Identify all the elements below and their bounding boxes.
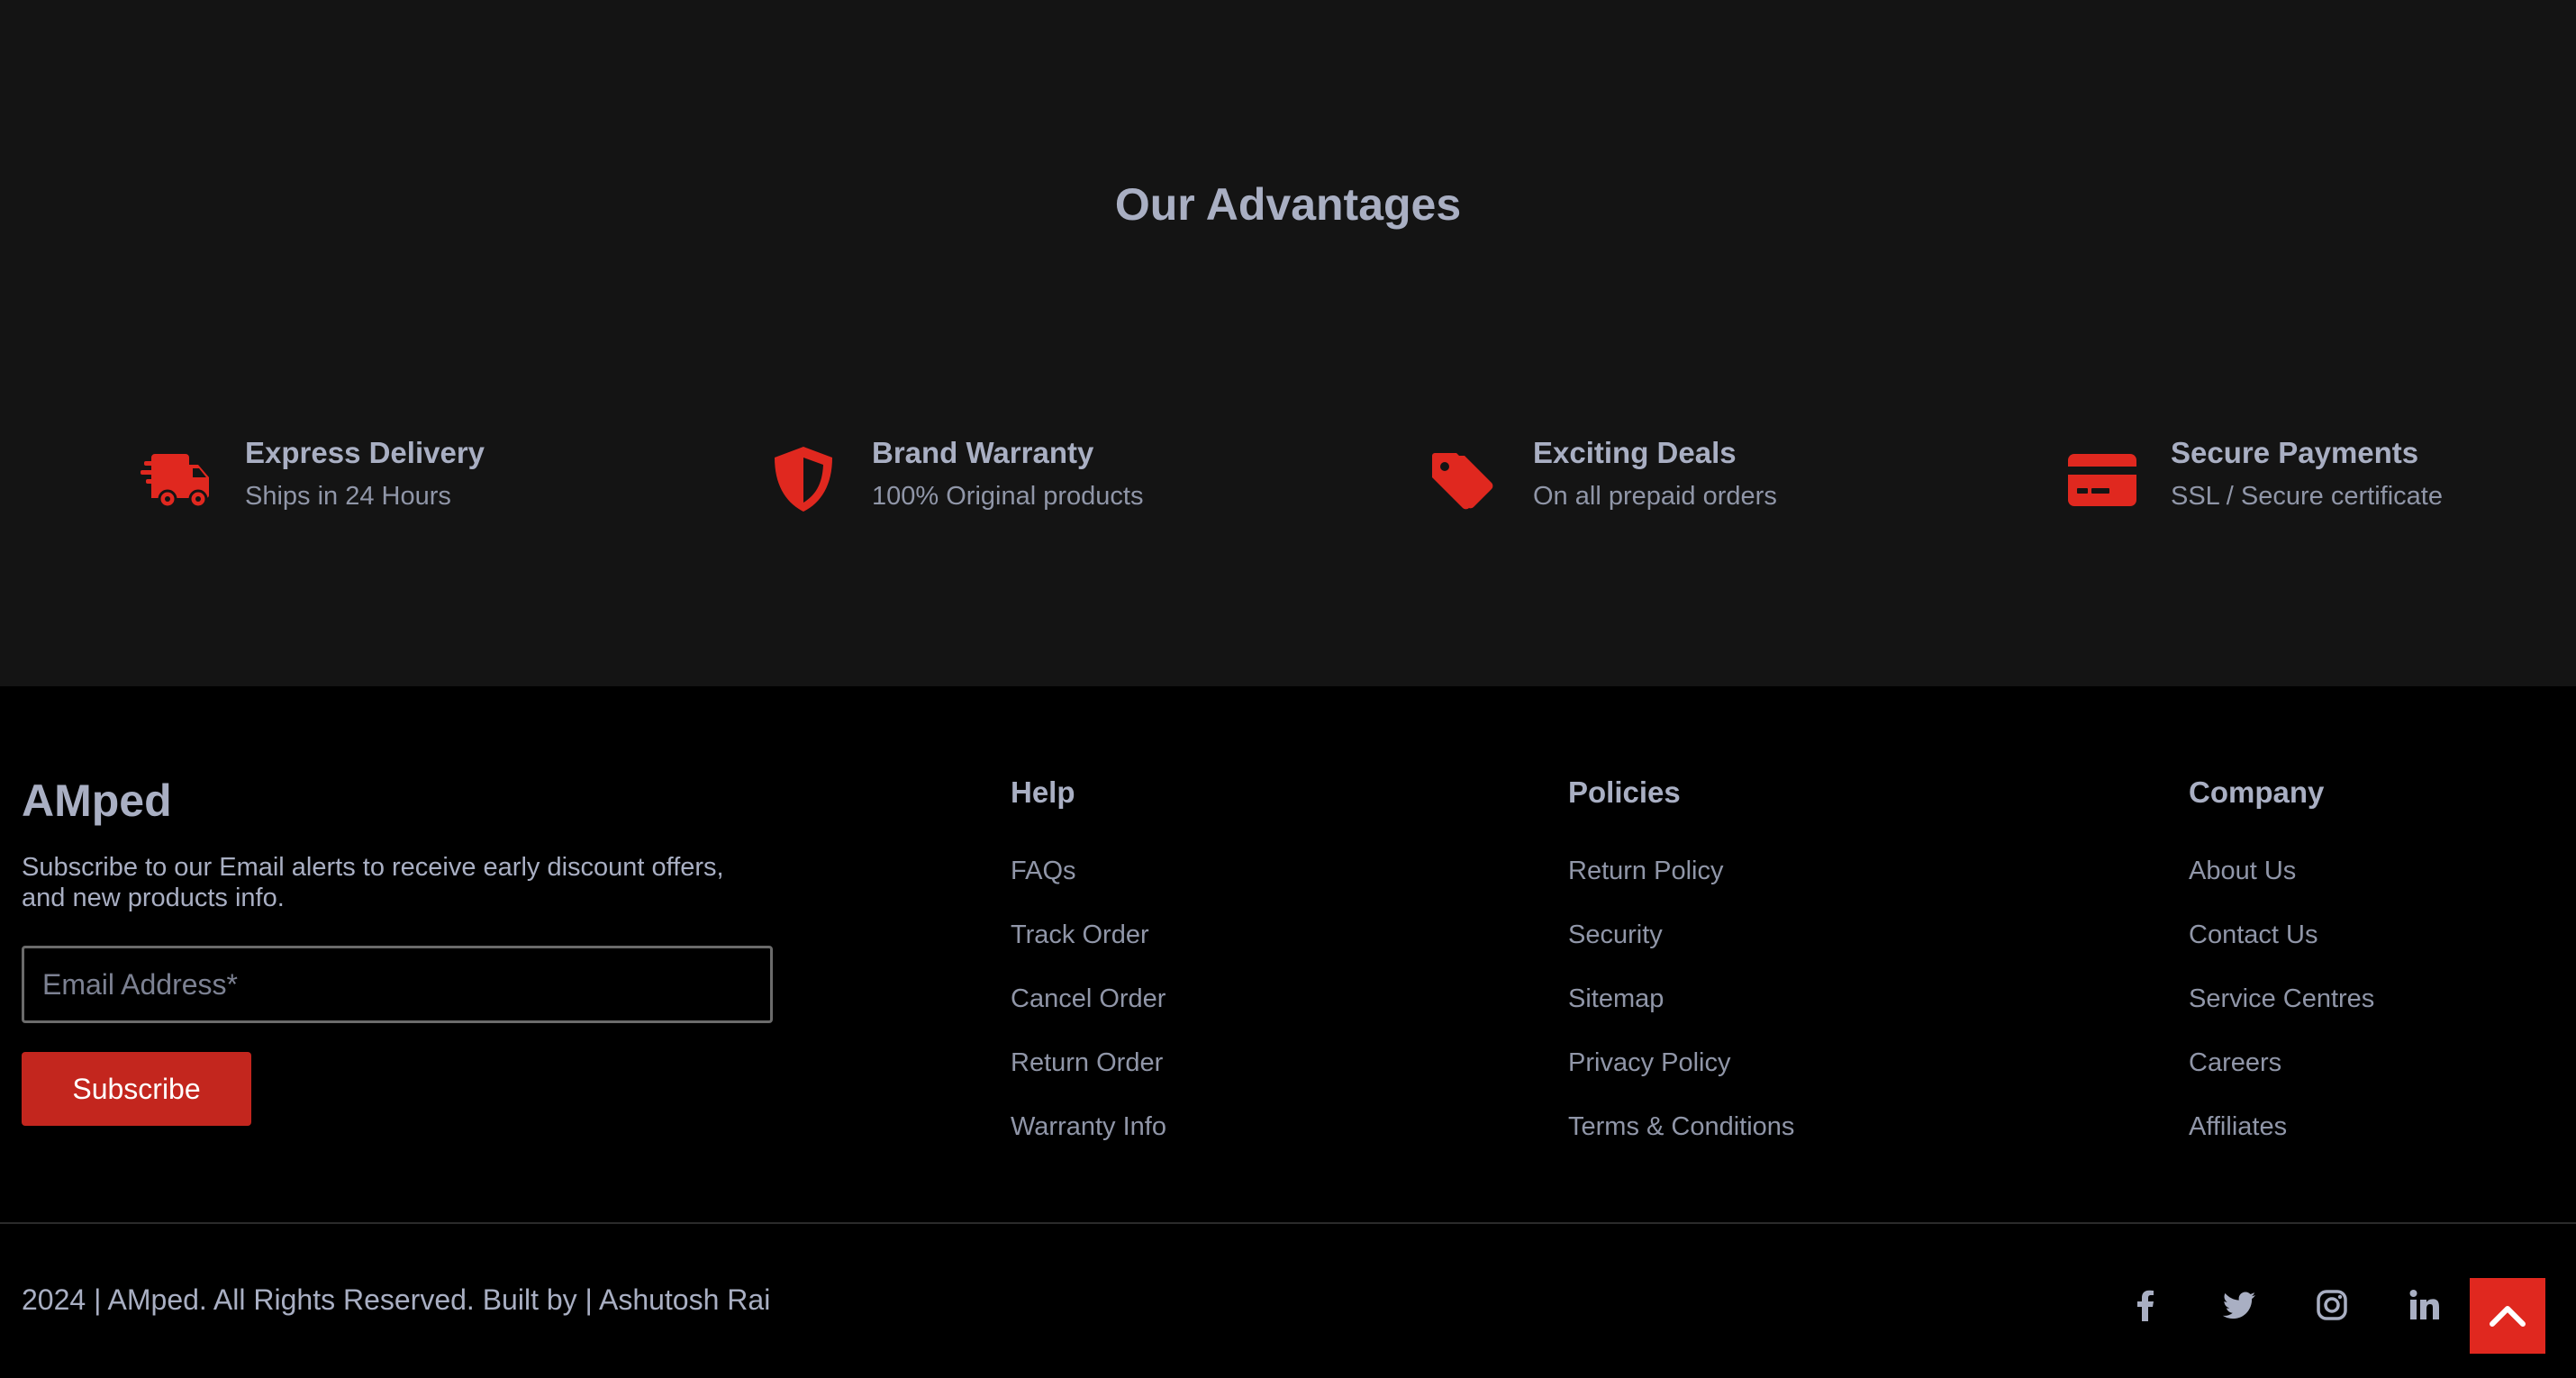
advantage-brand-warranty: Brand Warranty 100% Original products bbox=[767, 434, 1143, 515]
advantage-subtitle: SSL / Secure certificate bbox=[2171, 482, 2443, 511]
advantage-title: Exciting Deals bbox=[1533, 436, 1737, 469]
footer-link-about-us[interactable]: About Us bbox=[2189, 854, 2374, 888]
advantages-section: Our Advantages Express Delivery Ships in… bbox=[0, 0, 2576, 686]
footer-link-warranty-info[interactable]: Warranty Info bbox=[1011, 1110, 1166, 1144]
facebook-icon[interactable] bbox=[2125, 1283, 2168, 1327]
advantage-subtitle: On all prepaid orders bbox=[1533, 482, 1777, 511]
twitter-icon[interactable] bbox=[2218, 1283, 2261, 1327]
footer-link-affiliates[interactable]: Affiliates bbox=[2189, 1110, 2374, 1144]
footer-brand[interactable]: AMped bbox=[22, 775, 172, 827]
column-heading: Company bbox=[2189, 775, 2325, 809]
advantage-express-delivery: Express Delivery Ships in 24 Hours bbox=[141, 434, 485, 515]
footer-link-careers[interactable]: Careers bbox=[2189, 1046, 2374, 1080]
advantage-title: Brand Warranty bbox=[872, 436, 1094, 469]
advantages-title: Our Advantages bbox=[1114, 179, 1462, 230]
footer-link-track-order[interactable]: Track Order bbox=[1011, 918, 1166, 952]
advantage-secure-payments: Secure Payments SSL / Secure certificate bbox=[2066, 434, 2443, 515]
footer-link-security[interactable]: Security bbox=[1568, 918, 1794, 952]
email-input[interactable] bbox=[22, 946, 773, 1023]
footer-link-terms[interactable]: Terms & Conditions bbox=[1568, 1110, 1794, 1144]
link-list: FAQs Track Order Cancel Order Return Ord… bbox=[1011, 854, 1166, 1144]
footer-column-company: Company About Us Contact Us Service Cent… bbox=[2189, 775, 2374, 1174]
advantage-title: Secure Payments bbox=[2171, 436, 2419, 469]
link-list: About Us Contact Us Service Centres Care… bbox=[2189, 854, 2374, 1144]
site-footer: AMped Subscribe to our Email alerts to r… bbox=[0, 686, 2576, 1378]
footer-link-service-centres[interactable]: Service Centres bbox=[2189, 982, 2374, 1016]
copyright-text: 2024 | AMped. All Rights Reserved. Built… bbox=[22, 1283, 771, 1316]
footer-link-contact-us[interactable]: Contact Us bbox=[2189, 918, 2374, 952]
tags-icon bbox=[1429, 443, 1501, 515]
column-heading: Help bbox=[1011, 775, 1075, 809]
footer-link-sitemap[interactable]: Sitemap bbox=[1568, 982, 1794, 1016]
column-heading: Policies bbox=[1568, 775, 1681, 809]
footer-link-privacy-policy[interactable]: Privacy Policy bbox=[1568, 1046, 1794, 1080]
advantage-subtitle: 100% Original products bbox=[872, 482, 1144, 511]
scroll-to-top-button[interactable] bbox=[2470, 1278, 2545, 1354]
advantage-subtitle: Ships in 24 Hours bbox=[245, 482, 451, 511]
linkedin-icon[interactable] bbox=[2403, 1283, 2446, 1327]
link-list: Return Policy Security Sitemap Privacy P… bbox=[1568, 854, 1794, 1144]
shield-icon bbox=[767, 443, 839, 515]
footer-column-policies: Policies Return Policy Security Sitemap … bbox=[1568, 775, 1794, 1174]
footer-link-cancel-order[interactable]: Cancel Order bbox=[1011, 982, 1166, 1016]
chevron-up-icon bbox=[2487, 1295, 2528, 1337]
advantage-exciting-deals: Exciting Deals On all prepaid orders bbox=[1429, 434, 1777, 515]
credit-card-icon bbox=[2066, 443, 2138, 515]
advantage-title: Express Delivery bbox=[245, 436, 485, 469]
footer-link-return-policy[interactable]: Return Policy bbox=[1568, 854, 1794, 888]
footer-link-return-order[interactable]: Return Order bbox=[1011, 1046, 1166, 1080]
footer-link-faqs[interactable]: FAQs bbox=[1011, 854, 1166, 888]
subscribe-button[interactable]: Subscribe bbox=[22, 1052, 251, 1126]
footer-column-help: Help FAQs Track Order Cancel Order Retur… bbox=[1011, 775, 1166, 1174]
newsletter-blurb: Subscribe to our Email alerts to receive… bbox=[22, 853, 724, 912]
instagram-icon[interactable] bbox=[2310, 1283, 2354, 1327]
truck-icon bbox=[141, 443, 213, 515]
footer-divider bbox=[0, 1222, 2576, 1224]
